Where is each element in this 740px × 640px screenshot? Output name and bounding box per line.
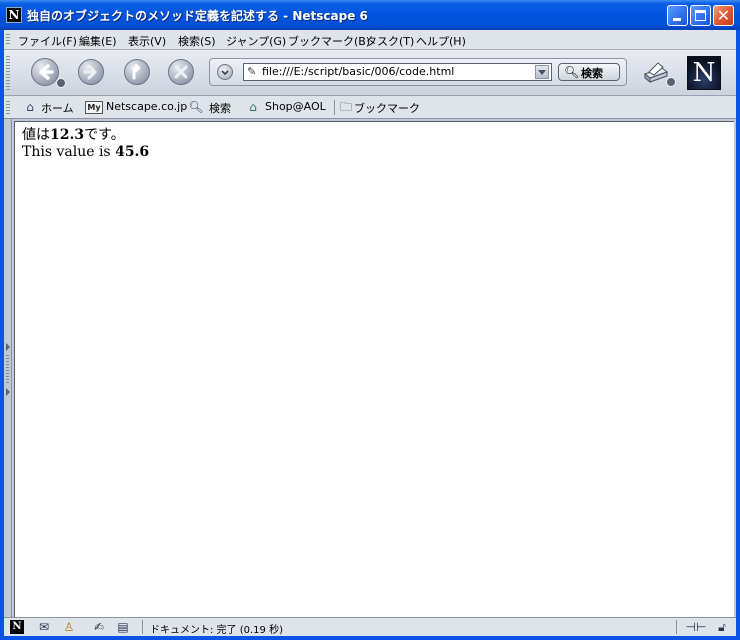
line1-suffix: です。: [84, 127, 125, 143]
search-button[interactable]: 🔍︎ 検索: [558, 63, 620, 81]
composer-icon[interactable]: ✍: [88, 619, 110, 635]
security-lock-icon[interactable]: 🔓︎: [714, 619, 730, 635]
url-text: file:///E:/script/basic/006/code.html: [262, 65, 455, 78]
toolbar-separator: [334, 100, 335, 115]
reload-button[interactable]: [124, 59, 150, 85]
url-input[interactable]: ✎ file:///E:/script/basic/006/code.html: [243, 63, 552, 81]
line1-value: 12.3: [50, 127, 85, 143]
output-line-1: 値は12.3です。: [22, 127, 125, 144]
maximize-button[interactable]: [690, 5, 711, 26]
messenger-icon[interactable]: ♙: [61, 619, 77, 635]
menu-tasks[interactable]: タスク(T): [366, 33, 414, 49]
navigation-toolbar: ✎ file:///E:/script/basic/006/code.html …: [4, 50, 736, 96]
close-icon: ✕: [716, 6, 731, 25]
maximize-icon: [695, 10, 706, 21]
go-icon[interactable]: [217, 64, 233, 80]
line2-value: 45.6: [115, 144, 150, 160]
back-arrow-icon: [39, 64, 54, 80]
back-history-dropdown[interactable]: [56, 78, 66, 88]
home-link[interactable]: ホーム: [41, 100, 74, 116]
minimize-button[interactable]: [667, 5, 688, 26]
web-page: 値は12.3です。 This value is 45.6: [14, 121, 734, 617]
personal-toolbar: ⌂ ホーム My Netscape.co.jp 🔍︎ 検索 ⌂ Shop@AOL…: [4, 96, 736, 119]
status-separator: [676, 620, 677, 634]
sidebar-toggle[interactable]: [4, 119, 12, 617]
netscape-logo[interactable]: N: [687, 56, 721, 90]
shop-icon[interactable]: ⌂: [245, 99, 261, 115]
address-book-icon[interactable]: ▤: [114, 619, 132, 635]
netscape-app-icon[interactable]: N: [10, 620, 24, 634]
online-status-icon[interactable]: ⊣⊢: [684, 619, 708, 635]
location-bar: ✎ file:///E:/script/basic/006/code.html …: [209, 58, 627, 86]
menu-bar: ファイル(F) 編集(E) 表示(V) 検索(S) ジャンプ(G) ブックマーク…: [4, 30, 736, 50]
content-area: 値は12.3です。 This value is 45.6: [4, 119, 736, 617]
mail-icon[interactable]: ✉: [35, 619, 53, 635]
home-icon[interactable]: ⌂: [22, 99, 38, 115]
status-separator: [142, 620, 143, 634]
netscape-app-icon: N: [6, 7, 22, 23]
print-dropdown[interactable]: [666, 77, 676, 87]
personal-toolbar-grip[interactable]: [6, 101, 10, 114]
search-link[interactable]: 検索: [209, 100, 231, 116]
expand-arrow-icon: [6, 388, 10, 396]
reload-icon: [132, 63, 141, 80]
url-history-dropdown[interactable]: [535, 65, 549, 79]
browser-window: N 独自のオブジェクトのメソッド定義を記述する - Netscape 6 ✕ フ…: [0, 0, 740, 640]
navigation-toolbar-grip[interactable]: [6, 56, 10, 90]
stop-button[interactable]: [168, 59, 194, 85]
menu-bookmarks[interactable]: ブックマーク(B): [288, 33, 370, 49]
menu-view[interactable]: 表示(V): [128, 33, 166, 49]
magnifier-icon: 🔍︎: [564, 65, 580, 79]
line1-prefix: 値は: [22, 127, 50, 143]
client-area: ファイル(F) 編集(E) 表示(V) 検索(S) ジャンプ(G) ブックマーク…: [4, 30, 736, 636]
status-bar: N ✉ ♙ ✍ ▤ ドキュメント: 完了 (0.19 秒) ⊣⊢ 🔓︎: [4, 617, 736, 636]
title-bar[interactable]: N 独自のオブジェクトのメソッド定義を記述する - Netscape 6 ✕: [0, 0, 740, 30]
forward-button[interactable]: [78, 59, 104, 85]
menu-search[interactable]: 検索(S): [178, 33, 216, 49]
page-icon: ✎: [247, 65, 257, 78]
my-netscape-icon[interactable]: My: [85, 101, 103, 114]
menu-edit[interactable]: 編集(E): [79, 33, 117, 49]
stop-icon: [174, 65, 188, 79]
minimize-icon: [673, 18, 681, 21]
line2-prefix: This value is: [22, 144, 116, 160]
sidebar-grip[interactable]: [6, 355, 9, 383]
folder-icon[interactable]: 🗀: [338, 99, 354, 115]
expand-arrow-icon: [6, 343, 10, 351]
menu-bar-grip[interactable]: [6, 34, 10, 46]
menu-help[interactable]: ヘルプ(H): [416, 33, 466, 49]
search-button-label: 検索: [581, 67, 603, 80]
close-button[interactable]: ✕: [713, 5, 734, 26]
shop-link[interactable]: Shop@AOL: [265, 100, 326, 113]
back-button[interactable]: [31, 58, 59, 86]
menu-file[interactable]: ファイル(F): [18, 33, 77, 49]
forward-arrow-icon: [83, 64, 97, 80]
bookmarks-link[interactable]: ブックマーク: [354, 100, 420, 116]
window-title: 独自のオブジェクトのメソッド定義を記述する - Netscape 6: [27, 9, 368, 23]
output-line-2: This value is 45.6: [22, 144, 149, 161]
status-text: ドキュメント: 完了 (0.19 秒): [150, 625, 283, 636]
magnifier-icon[interactable]: 🔍︎: [188, 99, 204, 115]
chevron-down-icon: [538, 70, 546, 75]
netscape-link[interactable]: Netscape.co.jp: [106, 100, 187, 113]
menu-go[interactable]: ジャンプ(G): [226, 33, 286, 49]
